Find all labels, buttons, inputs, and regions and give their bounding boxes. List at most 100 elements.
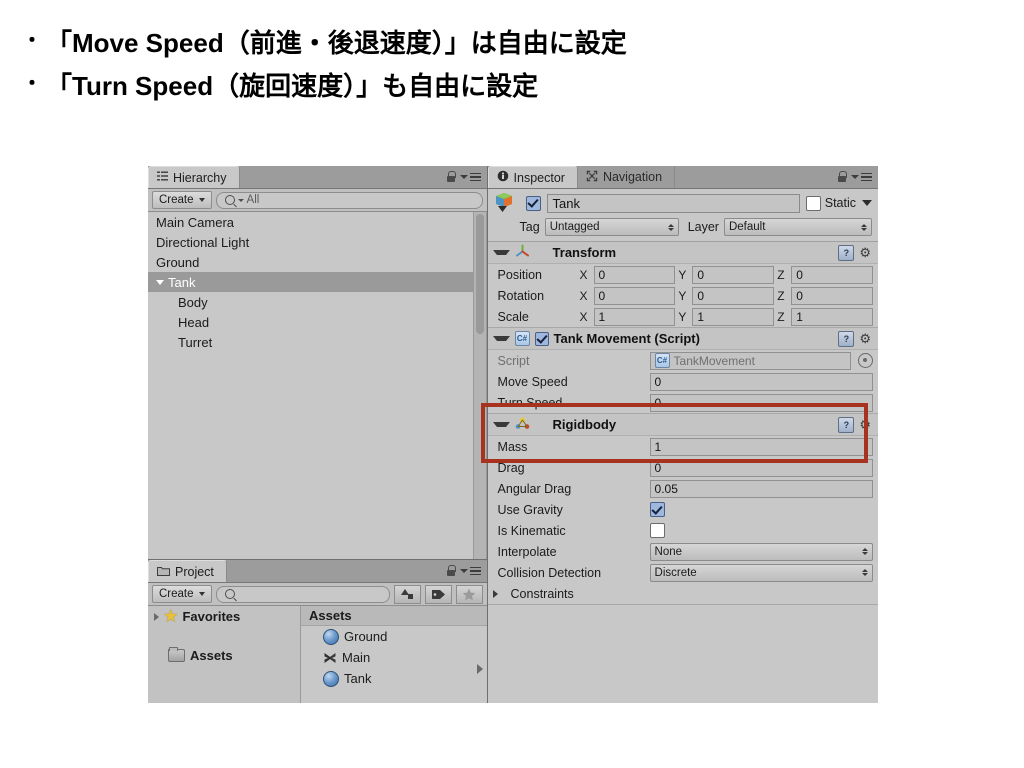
project-tree-item-favorites[interactable]: ★ Favorites — [148, 606, 300, 627]
angular-drag-input[interactable]: 0.05 — [649, 479, 873, 498]
component-tank-movement: C# Tank Movement (Script) ? ⚙ Script C# … — [487, 328, 878, 414]
gear-icon[interactable]: ⚙ — [859, 246, 871, 259]
turn-speed-input[interactable]: 0 — [649, 393, 873, 412]
project-search-input[interactable] — [215, 585, 390, 603]
gameobject-header: Tank Static Tag Untagged Layer Default — [487, 189, 878, 242]
collision-detection-label: Collision Detection — [497, 565, 602, 580]
hierarchy-scrollbar-thumb[interactable] — [475, 214, 484, 334]
project-asset-tank[interactable]: Tank — [301, 668, 487, 689]
hierarchy-item-body[interactable]: Body — [148, 292, 486, 312]
tab-project[interactable]: Project — [148, 560, 227, 582]
chevron-right-icon[interactable] — [492, 589, 504, 598]
script-reference-row: Script C# TankMovement — [488, 350, 878, 371]
hierarchy-item-label: Head — [178, 314, 210, 330]
move-speed-row: Move Speed 0 — [488, 371, 878, 392]
constraints-row[interactable]: Constraints — [488, 583, 878, 604]
drag-input[interactable]: 0 — [649, 458, 873, 477]
help-icon[interactable]: ? — [838, 416, 855, 433]
hierarchy-search-input[interactable]: All — [215, 191, 483, 209]
script-object-field[interactable]: C# TankMovement — [649, 351, 851, 370]
tab-inspector[interactable]: Inspector — [487, 166, 578, 188]
hierarchy-item-label: Main Camera — [156, 214, 235, 230]
panel-menu-icon[interactable] — [459, 566, 481, 576]
lock-icon[interactable] — [446, 171, 456, 183]
project-asset-ground[interactable]: Ground — [301, 626, 487, 647]
rotation-z-input[interactable]: 0 — [791, 286, 874, 305]
scale-label: Scale — [497, 309, 529, 324]
tab-project-label: Project — [175, 564, 214, 579]
turn-speed-value: 0 — [654, 395, 662, 410]
object-picker-icon[interactable] — [858, 353, 873, 368]
project-asset-main[interactable]: Main — [301, 647, 487, 668]
project-assets-header: Assets — [301, 606, 487, 626]
chevron-down-icon[interactable] — [492, 250, 510, 255]
hierarchy-item-main-camera[interactable]: Main Camera — [148, 212, 486, 232]
hierarchy-create-button[interactable]: Create — [152, 191, 212, 209]
component-enabled-checkbox[interactable] — [534, 331, 549, 346]
hierarchy-item-directional-light[interactable]: Directional Light — [148, 232, 486, 252]
panel-menu-icon[interactable] — [459, 172, 481, 182]
position-z-input[interactable]: 0 — [791, 265, 874, 284]
hierarchy-item-turret[interactable]: Turret — [148, 332, 486, 352]
position-y-input[interactable]: 0 — [692, 265, 775, 284]
transform-position-row: Position X 0 Y 0 Z 0 — [488, 264, 878, 285]
project-tree-item-assets[interactable]: Assets — [148, 645, 300, 666]
bullet-marker-icon: ・ — [22, 73, 42, 96]
tab-navigation-label: Navigation — [602, 170, 663, 184]
layer-label: Layer — [687, 220, 719, 234]
tab-navigation[interactable]: Navigation — [577, 166, 676, 188]
help-icon[interactable]: ? — [838, 330, 855, 347]
gameobject-enabled-checkbox[interactable] — [525, 195, 541, 211]
chevron-down-icon[interactable] — [492, 336, 510, 341]
filter-by-type-button[interactable] — [393, 584, 421, 604]
hierarchy-item-ground[interactable]: Ground — [148, 252, 486, 272]
position-x-input[interactable]: 0 — [593, 265, 676, 284]
rotation-y-input[interactable]: 0 — [692, 286, 775, 305]
component-rigidbody-header[interactable]: Rigidbody ? ⚙ — [487, 414, 878, 436]
component-tank-movement-header[interactable]: C# Tank Movement (Script) ? ⚙ — [487, 328, 878, 350]
project-asset-label: Ground — [344, 629, 388, 644]
tag-dropdown[interactable]: Untagged — [544, 218, 679, 236]
hierarchy-item-tank[interactable]: Tank — [148, 272, 486, 292]
panel-menu-icon[interactable] — [851, 172, 872, 182]
axis-y-label: Y — [678, 288, 687, 303]
use-gravity-checkbox[interactable] — [649, 502, 665, 517]
hierarchy-scrollbar[interactable] — [472, 212, 486, 559]
project-create-button[interactable]: Create — [152, 585, 212, 603]
favorites-filter-button[interactable] — [455, 584, 483, 604]
mass-value: 1 — [654, 439, 662, 454]
move-speed-value: 0 — [654, 374, 662, 389]
is-kinematic-checkbox[interactable] — [649, 523, 665, 538]
lock-icon[interactable] — [446, 565, 456, 577]
gear-icon[interactable]: ⚙ — [859, 332, 871, 345]
collision-detection-dropdown[interactable]: Discrete — [649, 563, 873, 582]
static-checkbox[interactable] — [805, 195, 821, 211]
gear-icon[interactable]: ⚙ — [859, 418, 871, 431]
rotation-x-input[interactable]: 0 — [593, 286, 676, 305]
tab-hierarchy[interactable]: Hierarchy — [148, 166, 240, 188]
layer-dropdown[interactable]: Default — [723, 218, 872, 236]
hierarchy-search-value: All — [246, 194, 260, 206]
hierarchy-item-head[interactable]: Head — [148, 312, 486, 332]
scale-y-input[interactable]: 1 — [692, 307, 775, 326]
gameobject-name-input[interactable]: Tank — [546, 193, 800, 213]
chevron-right-icon[interactable] — [154, 612, 159, 621]
help-icon[interactable]: ? — [838, 244, 855, 261]
left-panel-column: Hierarchy Create All Main Camera Directi… — [148, 166, 487, 703]
scale-z-input[interactable]: 1 — [791, 307, 874, 326]
chevron-down-icon[interactable] — [492, 422, 510, 427]
lock-icon[interactable] — [837, 171, 847, 183]
static-dropdown-icon[interactable] — [862, 200, 872, 206]
mass-input[interactable]: 1 — [649, 437, 873, 456]
project-toolbar: Create — [148, 583, 487, 606]
material-sphere-icon — [323, 628, 339, 645]
chevron-down-icon[interactable] — [156, 279, 164, 285]
rotation-y-value: 0 — [697, 288, 705, 303]
filter-by-label-button[interactable] — [424, 584, 452, 604]
scale-x-input[interactable]: 1 — [593, 307, 676, 326]
chevron-down-icon — [198, 198, 205, 202]
component-transform-header[interactable]: Transform ? ⚙ — [487, 242, 878, 264]
interpolate-dropdown[interactable]: None — [649, 542, 873, 561]
move-speed-input[interactable]: 0 — [649, 372, 873, 391]
project-expand-arrow-icon[interactable] — [476, 664, 483, 674]
